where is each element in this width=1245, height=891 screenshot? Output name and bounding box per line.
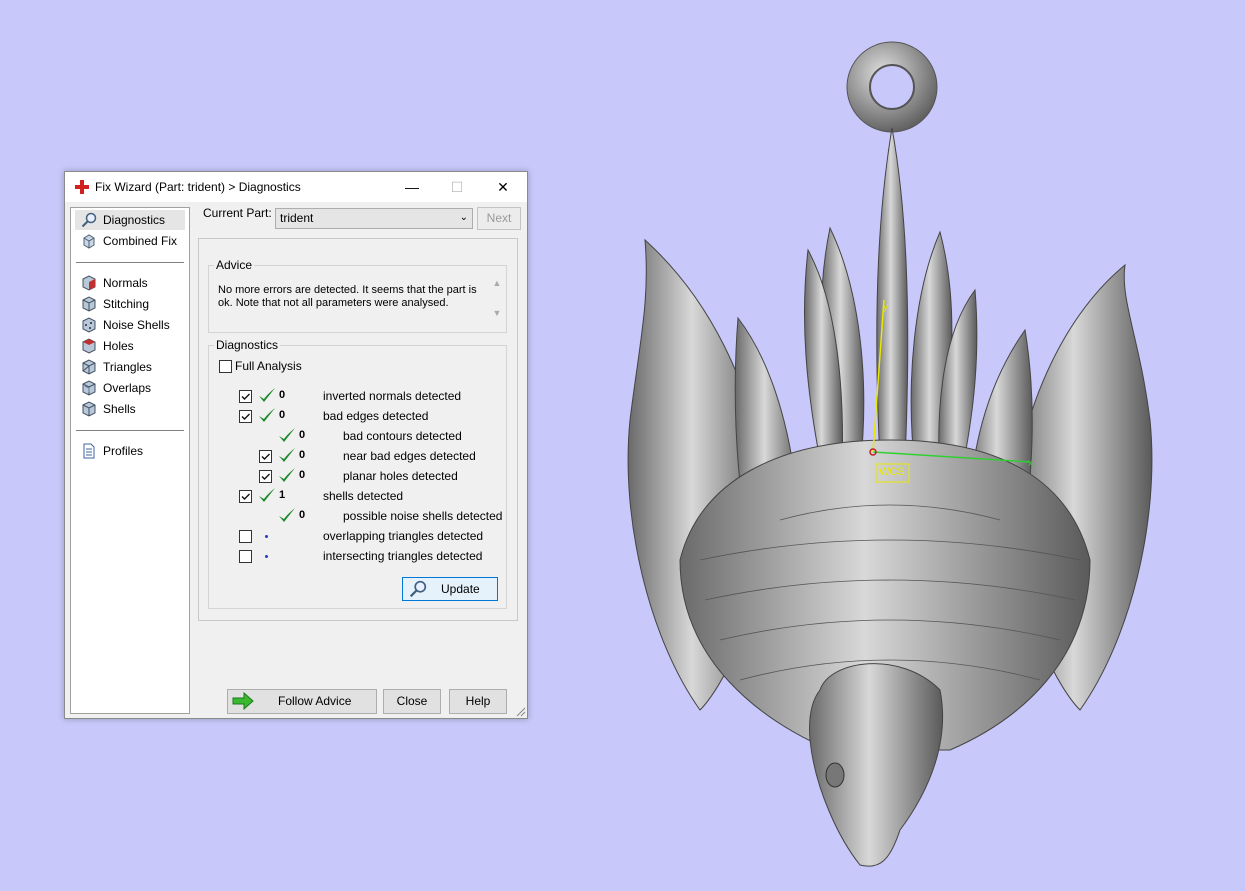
holes-cube-icon (82, 338, 96, 354)
advice-title: Advice (214, 258, 255, 272)
planar-holes-checkbox[interactable] (259, 470, 272, 483)
bad-edges-checkbox[interactable] (239, 410, 252, 423)
shells-count: 1 (279, 489, 286, 501)
intersecting-triangles-label: intersecting triangles detected (323, 549, 483, 563)
shells-label: shells detected (323, 489, 404, 503)
sidebar-separator (76, 430, 184, 431)
near-bad-edges-label: near bad edges detected (343, 449, 476, 463)
sidebar-item-label: Profiles (103, 444, 144, 458)
noise-shells-count: 0 (299, 509, 306, 521)
magnifier-icon (81, 212, 97, 228)
advice-group: No more errors are detected. It seems th… (208, 265, 507, 333)
sidebar-item-label: Holes (103, 339, 134, 353)
advice-scrollbar[interactable]: ▲ ▼ (490, 278, 504, 324)
sidebar-item-triangles[interactable]: Triangles (75, 357, 185, 377)
x-axis-label: x (1028, 458, 1033, 469)
stitching-cube-icon (82, 296, 96, 312)
y-axis-label: y (883, 302, 888, 313)
sidebar-separator (76, 262, 184, 263)
combined-fix-icon (83, 234, 95, 249)
sidebar-item-combined-fix[interactable]: Combined Fix (75, 231, 185, 251)
sidebar-item-diagnostics[interactable]: Diagnostics (75, 210, 185, 230)
sidebar-item-label: Shells (103, 402, 136, 416)
next-button: Next (477, 207, 521, 230)
pending-dot-icon (265, 555, 268, 558)
shells-cube-icon (82, 401, 96, 417)
diagnostics-panel: No more errors are detected. It seems th… (198, 238, 518, 621)
sidebar-item-stitching[interactable]: Stitching (75, 294, 185, 314)
sidebar-item-noise-shells[interactable]: Noise Shells (75, 315, 185, 335)
overlapping-triangles-label: overlapping triangles detected (323, 529, 484, 543)
sidebar-item-label: Overlaps (103, 381, 152, 395)
sidebar-item-label: Combined Fix (103, 234, 178, 248)
title-bar[interactable]: Fix Wizard (Part: trident) > Diagnostics… (65, 172, 527, 202)
noise-shells-cube-icon (82, 317, 96, 333)
help-button[interactable]: Help (449, 689, 507, 714)
current-part-label: Current Part: (203, 206, 272, 220)
overlapping-triangles-checkbox[interactable] (239, 530, 252, 543)
ok-check-icon (279, 448, 295, 462)
ok-check-icon (279, 468, 295, 482)
inverted-normals-count: 0 (279, 389, 286, 401)
ok-check-icon (259, 488, 275, 502)
central-feather (876, 127, 909, 461)
inverted-normals-checkbox[interactable] (239, 390, 252, 403)
shells-checkbox[interactable] (239, 490, 252, 503)
bad-contours-label: bad contours detected (343, 429, 462, 443)
advice-text: No more errors are detected. It seems th… (218, 284, 477, 309)
planar-holes-label: planar holes detected (343, 469, 458, 483)
full-analysis-label: Full Analysis (235, 359, 302, 373)
wcs-label: WCS (879, 466, 905, 478)
bad-contours-count: 0 (299, 429, 306, 441)
intersecting-triangles-checkbox[interactable] (239, 550, 252, 563)
sidebar-item-normals[interactable]: Normals (75, 273, 185, 293)
red-cross-icon (75, 180, 89, 194)
update-label: Update (441, 582, 480, 596)
normals-cube-icon (82, 275, 96, 291)
wizard-sidebar: Diagnostics Combined Fix Normals Stitchi… (70, 207, 190, 714)
inverted-normals-label: inverted normals detected (323, 389, 462, 403)
fix-wizard-dialog: Fix Wizard (Part: trident) > Diagnostics… (64, 171, 528, 719)
sidebar-item-label: Triangles (103, 360, 152, 374)
document-icon (83, 443, 95, 459)
ok-check-icon (259, 388, 275, 402)
ok-check-icon (259, 408, 275, 422)
overlaps-cube-icon (82, 380, 96, 396)
full-analysis-checkbox[interactable] (219, 360, 232, 373)
sidebar-item-shells[interactable]: Shells (75, 399, 185, 419)
follow-advice-button[interactable]: Follow Advice (227, 689, 377, 714)
near-bad-edges-checkbox[interactable] (259, 450, 272, 463)
close-button[interactable]: Close (383, 689, 441, 714)
noise-shells-label: possible noise shells detected (343, 509, 503, 523)
planar-holes-count: 0 (299, 469, 306, 481)
chevron-down-icon: ⌄ (459, 212, 468, 223)
pending-dot-icon (265, 535, 268, 538)
window-title: Fix Wizard (Part: trident) > Diagnostics (95, 180, 301, 194)
diagnostics-title: Diagnostics (214, 338, 281, 352)
green-arrow-icon (232, 692, 254, 710)
sidebar-item-profiles[interactable]: Profiles (75, 441, 185, 461)
sidebar-item-overlaps[interactable]: Overlaps (75, 378, 185, 398)
sidebar-item-label: Diagnostics (103, 213, 166, 227)
triangles-cube-icon (82, 359, 96, 375)
sidebar-item-label: Noise Shells (103, 318, 170, 332)
near-bad-edges-count: 0 (299, 449, 306, 461)
current-part-value: trident (280, 211, 314, 225)
sidebar-item-label: Normals (103, 276, 148, 290)
update-button[interactable]: Update (402, 577, 498, 601)
ok-check-icon (279, 428, 295, 442)
maximize-button: ☐ (450, 179, 464, 195)
current-part-select[interactable]: trident ⌄ (275, 208, 473, 229)
close-window-button[interactable]: ✕ (488, 176, 518, 198)
bad-edges-count: 0 (279, 409, 286, 421)
sidebar-item-label: Stitching (103, 297, 150, 311)
magnifier-icon (409, 580, 427, 598)
minimize-button[interactable]: — (397, 176, 427, 198)
ok-check-icon (279, 508, 295, 522)
resize-grip-icon[interactable] (516, 707, 526, 717)
follow-advice-label: Follow Advice (278, 694, 352, 708)
bad-edges-label: bad edges detected (323, 409, 429, 423)
sidebar-item-holes[interactable]: Holes (75, 336, 185, 356)
